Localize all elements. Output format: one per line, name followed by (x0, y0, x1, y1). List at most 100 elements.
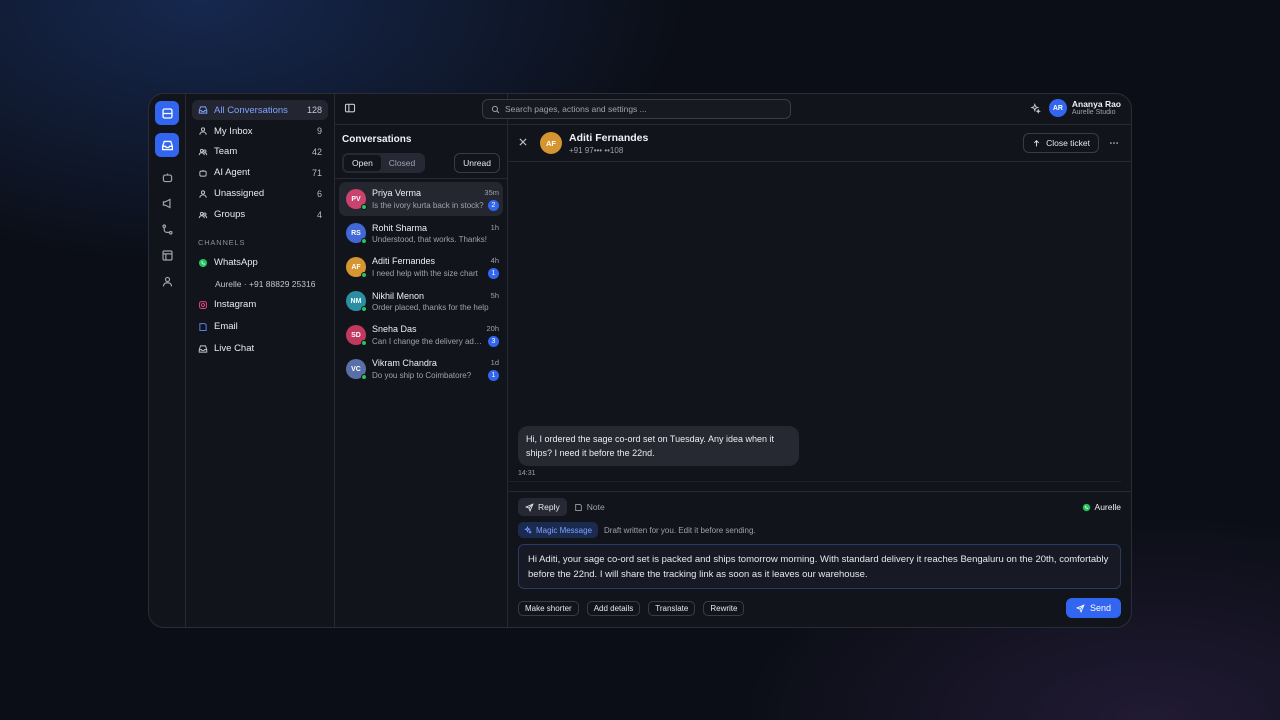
send-icon (525, 502, 534, 512)
nav-item-unassigned[interactable]: Unassigned 6 (192, 184, 328, 204)
inbox-icon (161, 140, 173, 150)
make-shorter-button[interactable]: Make shorter (518, 600, 579, 616)
tab-closed[interactable]: Closed (381, 155, 423, 171)
conversation-item[interactable]: AF Aditi Fernandes 4h I need help with the … (339, 250, 503, 284)
sidebar-toggle-icon[interactable] (344, 102, 356, 114)
nav-item-label: Unassigned (214, 188, 265, 200)
contact-name: Aditi Fernandes (372, 255, 436, 266)
send-button[interactable]: Send (1065, 598, 1121, 618)
avatar: AR (1048, 99, 1067, 117)
nav-item-label: Team (214, 146, 238, 158)
search-icon (491, 105, 500, 113)
user-menu[interactable]: AR Ananya Rao Aurelle Studio (1030, 99, 1121, 117)
composer-tabs: Reply Note Aurelle (518, 498, 1121, 516)
conversation-item[interactable]: PV Priya Verma 35m Is the ivory kurta back … (339, 182, 503, 216)
add-details-button[interactable]: Add details (586, 600, 641, 616)
status-segmented-control: Open Closed (342, 153, 426, 173)
channel-label: Aurelle (1094, 502, 1121, 512)
divider (335, 178, 507, 179)
contact-name: Vikram Chandra (372, 357, 437, 368)
note-label: Note (586, 502, 605, 512)
unread-filter-button[interactable]: Unread (454, 153, 500, 173)
tab-note[interactable]: Note (567, 498, 612, 516)
conversation-time: 20h (486, 324, 499, 333)
workspace-logo-button[interactable] (155, 101, 179, 125)
nav-item-ai-agent[interactable]: AI Agent 71 (192, 163, 328, 183)
conversation-preview-row: I need help with the size chart 1 (372, 267, 499, 279)
channel-whatsapp-number[interactable]: Aurelle · +91 88829 25316 (192, 273, 328, 295)
channel-live-chat[interactable]: Live Chat (192, 339, 328, 359)
avatar-initials: AF (351, 263, 361, 271)
reply-label: Reply (538, 502, 560, 512)
tab-reply[interactable]: Reply (518, 498, 567, 516)
rail-bot-button[interactable] (155, 165, 179, 189)
conversation-body: Nikhil Menon 5h Order placed, thanks for t… (372, 291, 499, 312)
unread-badge: 1 (488, 267, 499, 279)
nav-item-label: My Inbox (214, 125, 253, 137)
nav-item-label: AI Agent (214, 167, 250, 179)
avatar: NM (346, 291, 367, 312)
unread-badge: 2 (488, 199, 499, 211)
channel-instagram[interactable]: Instagram (192, 295, 328, 315)
translate-button[interactable]: Translate (648, 600, 696, 616)
email-icon (198, 322, 208, 332)
conversation-header: Nikhil Menon 5h (372, 291, 499, 301)
avatar-initials: RS (351, 229, 361, 237)
contact-name: Rohit Sharma (372, 222, 428, 233)
conversation-time: 1d (490, 358, 499, 367)
rewrite-button[interactable]: Rewrite (703, 600, 745, 616)
message-preview: Understood, that works. Thanks! (372, 234, 488, 244)
channel-email[interactable]: Email (192, 317, 328, 337)
more-options-icon[interactable] (1107, 138, 1121, 148)
conversation-item[interactable]: RS Rohit Sharma 1h Understood, that works. … (339, 216, 503, 250)
nav-item-my-inbox[interactable]: My Inbox 9 (192, 121, 328, 141)
avatar-initials: SD (351, 331, 361, 339)
whatsapp-icon (198, 258, 208, 268)
sparkle-icon (524, 526, 532, 534)
sparkle-icon[interactable] (1030, 102, 1041, 114)
tab-open[interactable]: Open (344, 155, 381, 171)
online-status-dot (361, 306, 367, 312)
conversation-time: 1h (490, 223, 499, 232)
rail-templates-button[interactable] (155, 243, 179, 267)
nav-item-all-conversations[interactable]: All Conversations 128 (192, 100, 328, 121)
conversations-title: Conversations (342, 134, 412, 145)
conversation-header: Rohit Sharma 1h (372, 223, 499, 233)
message-preview: Can I change the delivery address? (372, 336, 484, 346)
contact-info: Aditi Fernandes +91 97••• ••108 (569, 132, 648, 155)
conversation-item[interactable]: NM Nikhil Menon 5h Order placed, thanks for… (339, 284, 503, 318)
conversation-item[interactable]: VC Vikram Chandra 1d Do you ship to Coimbat… (339, 352, 503, 386)
divider (508, 481, 1121, 482)
close-icon[interactable] (518, 137, 530, 149)
conversation-preview-row: Understood, that works. Thanks! (372, 235, 499, 244)
inbox-icon (198, 105, 208, 115)
nav-item-team[interactable]: Team 42 (192, 142, 328, 162)
magic-label: Magic Message (536, 525, 593, 535)
contact-avatar: AF (540, 132, 562, 154)
avatar-initials: NM (350, 297, 362, 305)
conversation-item[interactable]: SD Sneha Das 20h Can I change the delivery … (339, 318, 503, 352)
nav-item-count: 9 (316, 126, 322, 137)
reply-channel[interactable]: Aurelle (1082, 502, 1121, 512)
conversation-header: Aditi Fernandes 4h (372, 256, 499, 266)
search-input[interactable]: Search pages, actions and settings ... (482, 99, 791, 119)
contact-name: Sneha Das (372, 323, 417, 334)
app-window: All Conversations 128 My Inbox 9 Team 42… (148, 93, 1132, 628)
magic-message-badge[interactable]: Magic Message (518, 522, 599, 538)
message-draft-input[interactable]: Hi Aditi, your sage co-ord set is packed… (518, 544, 1121, 589)
rail-inbox-button[interactable] (155, 133, 179, 157)
message-timestamp: 14:31 (518, 470, 536, 477)
close-ticket-button[interactable]: Close ticket (1023, 133, 1099, 153)
rail-flows-button[interactable] (155, 217, 179, 241)
nav-item-count: 42 (311, 146, 322, 157)
conversation-body: Rohit Sharma 1h Understood, that works. Th… (372, 223, 499, 244)
online-status-dot (361, 340, 367, 346)
conversation-body: Sneha Das 20h Can I change the delivery ad… (372, 324, 499, 347)
magic-note: Draft written for you. Edit it before se… (604, 525, 756, 535)
rail-campaigns-button[interactable] (155, 191, 179, 215)
nav-item-groups[interactable]: Groups 4 (192, 204, 328, 224)
online-status-dot (361, 204, 367, 210)
channel-whatsapp[interactable]: WhatsApp (192, 253, 328, 273)
rail-contacts-button[interactable] (155, 269, 179, 293)
message-preview: Is the ivory kurta back in stock? (372, 200, 484, 210)
